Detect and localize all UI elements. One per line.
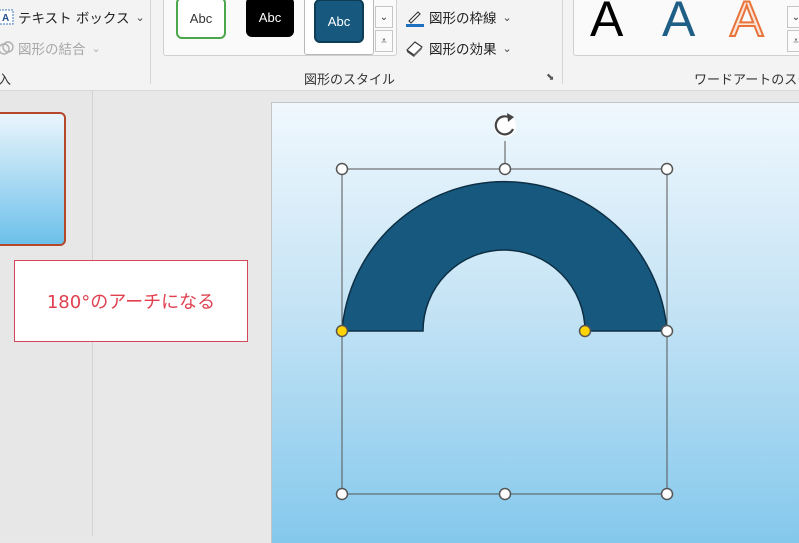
resize-handle-bottom[interactable] bbox=[498, 487, 512, 501]
arch-shape[interactable] bbox=[341, 180, 668, 332]
resize-handle-bottom-right[interactable] bbox=[660, 487, 674, 501]
resize-handle-right[interactable] bbox=[660, 324, 674, 338]
resize-handle-bottom-left[interactable] bbox=[335, 487, 349, 501]
resize-handle-top-right[interactable] bbox=[660, 162, 674, 176]
adjust-handle-angle[interactable] bbox=[335, 324, 349, 338]
shape-overlay bbox=[335, 113, 674, 501]
resize-handle-top-left[interactable] bbox=[335, 162, 349, 176]
adjust-handle-thickness[interactable] bbox=[578, 324, 592, 338]
resize-handle-top[interactable] bbox=[498, 162, 512, 176]
rotate-handle-icon[interactable] bbox=[494, 113, 516, 137]
